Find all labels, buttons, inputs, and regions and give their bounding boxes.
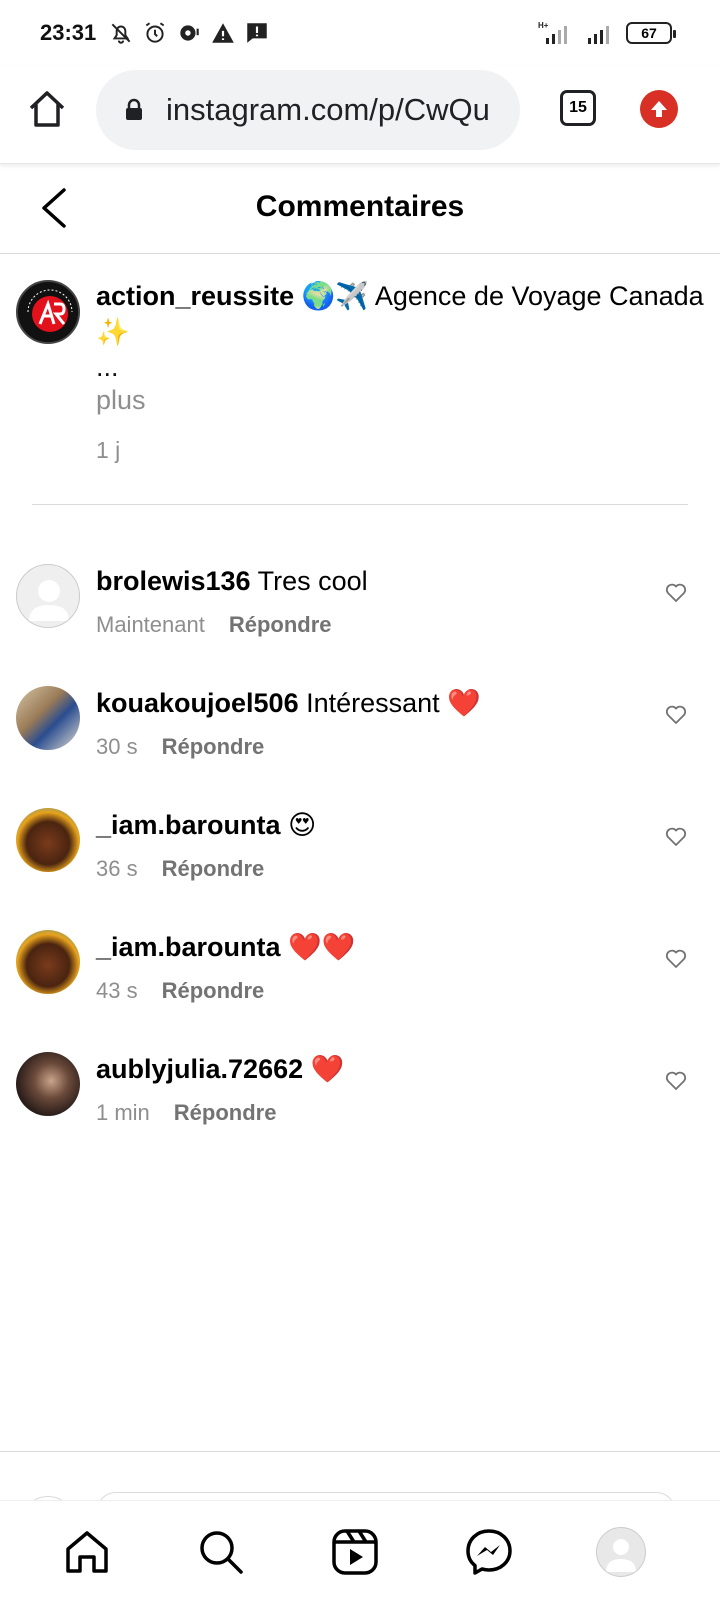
default-avatar-icon [29, 580, 69, 621]
comment-avatar[interactable] [16, 564, 80, 628]
caption-username[interactable]: action_reussite [96, 281, 294, 311]
caption-time: 1 j [96, 437, 121, 463]
search-icon[interactable] [196, 1527, 246, 1577]
reply-button[interactable]: Répondre [162, 856, 265, 882]
bell-muted-icon [111, 23, 131, 44]
heart-icon[interactable] [664, 824, 688, 848]
comment-time: 1 min [96, 1100, 150, 1125]
comment-time: Maintenant [96, 612, 205, 637]
comment-username[interactable]: _iam.barounta [96, 810, 281, 840]
comment-username[interactable]: brolewis136 [96, 566, 251, 596]
tab-switcher-button[interactable]: 15 [560, 90, 596, 126]
ar-logo-icon [20, 284, 78, 342]
comment-text: ❤️❤️ [288, 932, 356, 962]
url-text: instagram.com/p/CwQu [166, 92, 490, 127]
comment-meta: 30 s Répondre [96, 734, 264, 760]
comment-text-line: aublyjulia.72662 ❤️ [96, 1052, 344, 1086]
comment-time: 43 s [96, 978, 138, 1003]
comment-meta: Maintenant Répondre [96, 612, 332, 638]
status-right: H+ 67 [536, 20, 676, 46]
status-bar: 23:31 H+ 67 [0, 0, 720, 66]
comment-text-line: _iam.barounta ❤️❤️ [96, 930, 355, 964]
comment-avatar[interactable] [16, 686, 80, 750]
comment-username[interactable]: aublyjulia.72662 [96, 1054, 303, 1084]
arrow-up-icon [651, 101, 667, 117]
heart-icon[interactable] [664, 580, 688, 604]
comment-time: 30 s [96, 734, 138, 759]
update-button[interactable] [640, 90, 678, 128]
heart-icon[interactable] [664, 702, 688, 726]
browser-toolbar: instagram.com/p/CwQu 15 [0, 66, 720, 164]
comment-avatar[interactable] [16, 1052, 80, 1116]
comment-item: brolewis136 Tres cool Maintenant Répondr… [0, 564, 720, 674]
reply-button[interactable]: Répondre [174, 1100, 277, 1126]
notification-icons [108, 20, 270, 46]
alarm-icon [145, 22, 165, 43]
comment-username[interactable]: kouakoujoel506 [96, 688, 299, 718]
network-type-label: H+ [538, 21, 549, 30]
message-alert-icon [247, 23, 267, 43]
address-bar[interactable]: instagram.com/p/CwQu [96, 70, 520, 150]
compose-divider [0, 1451, 720, 1452]
profile-icon[interactable] [596, 1527, 646, 1577]
signal-2-icon [588, 26, 609, 44]
signal-1-icon: H+ [538, 21, 567, 44]
reply-button[interactable]: Répondre [162, 978, 265, 1004]
reply-button[interactable]: Répondre [229, 612, 332, 638]
reply-button[interactable]: Répondre [162, 734, 265, 760]
reels-icon[interactable] [330, 1527, 380, 1577]
comment-username[interactable]: _iam.barounta [96, 932, 281, 962]
comment-item: aublyjulia.72662 ❤️ 1 min Répondre [0, 1052, 720, 1162]
caption-divider [32, 504, 688, 505]
comment-meta: 43 s Répondre [96, 978, 264, 1004]
heart-icon[interactable] [664, 946, 688, 970]
caption-ellipsis: ... [96, 352, 119, 382]
comment-meta: 1 min Répondre [96, 1100, 276, 1126]
comment-text-line: kouakoujoel506 Intéressant ❤️ [96, 686, 481, 720]
more-link[interactable]: plus [96, 382, 706, 418]
comment-text: ❤️ [310, 1054, 345, 1084]
default-avatar-icon [606, 1539, 636, 1572]
comment-text: Tres cool [257, 566, 368, 596]
comment-text-line: brolewis136 Tres cool [96, 564, 368, 598]
comment-time: 36 s [96, 856, 138, 881]
comment-avatar[interactable] [16, 808, 80, 872]
browser-home-icon[interactable] [26, 88, 68, 130]
caption-body: action_reussite 🌍✈️ Agence de Voyage Can… [96, 278, 706, 468]
comment-meta: 36 s Répondre [96, 856, 264, 882]
comment-text-line: _iam.barounta 😍 [96, 808, 316, 842]
warning-icon [212, 23, 234, 43]
comment-item: _iam.barounta 😍 36 s Répondre [0, 808, 720, 918]
bottom-nav [0, 1500, 720, 1600]
lock-icon [126, 98, 142, 120]
battery-indicator: 67 [626, 22, 676, 44]
home-icon[interactable] [62, 1527, 112, 1577]
comment-text: 😍 [288, 810, 317, 840]
comment-item: _iam.barounta ❤️❤️ 43 s Répondre [0, 930, 720, 1040]
caption-avatar[interactable] [16, 280, 80, 344]
heart-icon[interactable] [664, 1068, 688, 1092]
comment-item: kouakoujoel506 Intéressant ❤️ 30 s Répon… [0, 686, 720, 796]
page-title: Commentaires [255, 190, 465, 223]
messenger-icon[interactable] [464, 1527, 514, 1577]
status-time: 23:31 [40, 20, 97, 45]
sync-icon [180, 25, 199, 41]
comments-header: Commentaires [0, 164, 720, 254]
post-caption: action_reussite 🌍✈️ Agence de Voyage Can… [0, 254, 720, 504]
comment-text: Intéressant ❤️ [306, 688, 481, 718]
comment-avatar[interactable] [16, 930, 80, 994]
